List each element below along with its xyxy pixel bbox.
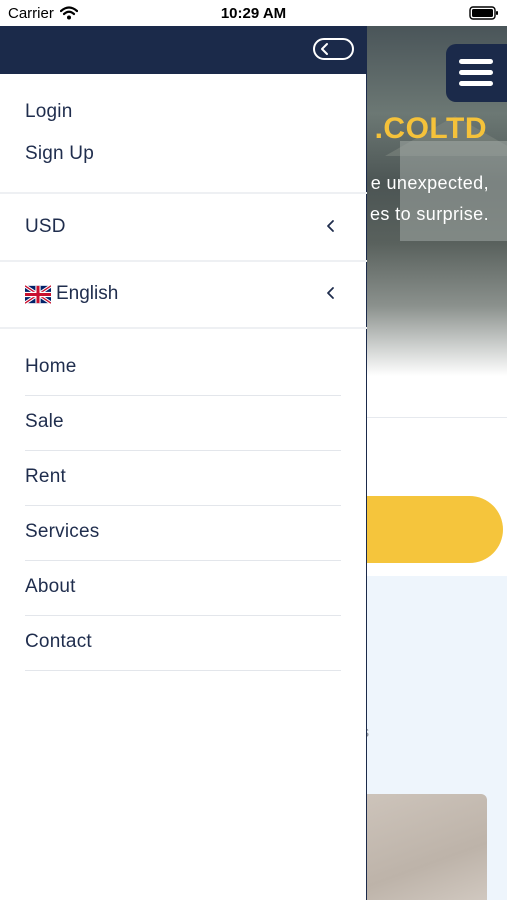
divider	[25, 670, 341, 671]
nav-item-contact[interactable]: Contact	[25, 631, 92, 653]
divider	[25, 450, 341, 451]
divider	[25, 505, 341, 506]
nav-item-about[interactable]: About	[25, 576, 76, 598]
divider	[0, 260, 367, 262]
chevron-left-icon[interactable]	[326, 286, 336, 305]
chevron-left-icon	[321, 43, 328, 55]
divider	[25, 560, 341, 561]
signup-link[interactable]: Sign Up	[25, 143, 94, 165]
drawer-header	[0, 26, 367, 74]
divider	[367, 417, 507, 418]
clock: 10:29 AM	[220, 5, 287, 22]
divider	[25, 395, 341, 396]
hamburger-icon-bar	[459, 70, 493, 75]
chevron-left-icon[interactable]	[326, 219, 336, 238]
divider	[0, 192, 367, 194]
nav-item-services[interactable]: Services	[25, 521, 99, 543]
uk-flag-icon	[25, 285, 51, 304]
side-drawer: Login Sign Up USD English Home Sale Rent…	[0, 26, 367, 900]
hamburger-menu-button[interactable]	[446, 44, 507, 102]
divider	[25, 615, 341, 616]
hamburger-icon	[459, 59, 493, 64]
close-drawer-button[interactable]	[313, 38, 354, 60]
battery-icon	[469, 6, 499, 25]
hero-tagline-line2: es to surprise.	[369, 204, 489, 224]
hero-tagline-line1: e unexpected,	[370, 173, 489, 193]
language-selector[interactable]: English	[56, 283, 118, 305]
nav-item-sale[interactable]: Sale	[25, 411, 64, 433]
divider	[0, 327, 367, 329]
nav-item-rent[interactable]: Rent	[25, 466, 66, 488]
status-bar: Carrier 10:29 AM	[0, 0, 507, 26]
nav-item-home[interactable]: Home	[25, 356, 76, 378]
hero-title: .COLTD	[374, 112, 487, 145]
hamburger-icon-bar	[459, 81, 493, 86]
login-link[interactable]: Login	[25, 101, 73, 123]
currency-selector[interactable]: USD	[25, 216, 66, 238]
